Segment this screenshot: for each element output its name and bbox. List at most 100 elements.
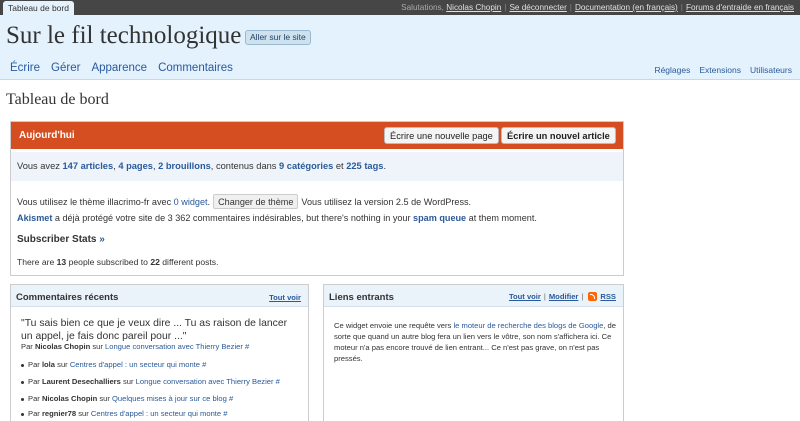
rss-link[interactable]: RSS [600,292,616,301]
subscriber-text: different posts. [159,257,219,267]
links-text-part: Ce widget envoie une requête vers [334,321,454,330]
articles-link[interactable]: 147 articles [62,161,113,171]
logout-link[interactable]: Se déconnecter [509,3,566,12]
comment-meta-text: Par [21,342,35,351]
comment-item-text: Par [28,394,42,403]
visit-site-button[interactable]: Aller sur le site [245,30,311,45]
widgets-link[interactable]: 0 widget [174,197,208,207]
widget-title: Liens entrants [329,292,394,303]
menu-item-users[interactable]: Utilisateurs [750,65,792,75]
menu-item-settings[interactable]: Réglages [654,65,690,75]
incoming-links-text: Ce widget envoie une requête vers le mot… [334,320,619,364]
links-modify-link[interactable]: Modifier [549,292,579,301]
bullet-icon [21,380,24,384]
comment-permalink[interactable]: # [245,342,249,351]
comment-post-link[interactable]: Centres d'appel : un secteur qui monte [70,360,200,369]
comment-item-text: sur [55,360,70,369]
comment-author: regnier78 [41,409,77,418]
stats-text: , contenus dans [210,161,280,171]
write-new-post-button[interactable]: Écrire un nouvel article [501,127,616,144]
write-new-page-button[interactable]: Écrire une nouvelle page [384,127,499,144]
incoming-links-widget: Liens entrants Tout voir | Modifier | RS… [323,284,624,421]
bullet-icon [21,397,24,401]
google-blog-search-link[interactable]: le moteur de recherche des blogs de Goog… [453,321,603,330]
forums-link[interactable]: Forums d'entraide en français [686,3,794,12]
today-title: Aujourd'hui [19,130,75,141]
separator: | [680,3,683,12]
subscribed-posts-count: 22 [150,257,160,267]
separator: | [569,3,572,12]
site-title: Sur le fil technologique [6,22,242,49]
dashboard-tab[interactable]: Tableau de bord [3,1,74,15]
comment-post-link[interactable]: Centres d'appel : un secteur qui monte [91,409,221,418]
subscriber-text: people subscribed to [66,257,151,267]
drafts-link[interactable]: 2 brouillons [158,161,211,171]
spam-queue-link[interactable]: spam queue [413,213,466,223]
list-item: Par Laurent Desechalliers sur Longue con… [21,377,280,386]
menu-item-write[interactable]: Écrire [10,62,40,74]
documentation-link[interactable]: Documentation (en français) [575,3,678,12]
separator: | [581,292,584,301]
separator: | [543,292,546,301]
theme-text: . [207,197,211,207]
admin-top-bar: Tableau de bord Salutations, Nicolas Cho… [0,0,800,15]
comment-permalink[interactable]: # [229,394,233,403]
subscriber-stats-text: There are 13 people subscribed to 22 dif… [17,257,218,267]
theme-info: Vous utilisez le thème illacrimo-fr avec… [17,194,471,209]
stats-text: Vous avez [17,161,63,171]
theme-text: Vous utilisez le thème illacrimo-fr avec [17,197,174,207]
akismet-link[interactable]: Akismet [17,213,52,223]
user-profile-link[interactable]: Nicolas Chopin [446,3,501,12]
categories-link[interactable]: 9 catégories [279,161,333,171]
comment-item-text: sur [120,377,136,386]
subscriber-text: There are [17,257,57,267]
bullet-icon [21,412,24,416]
comment-item-text: Par [28,409,42,418]
content-stats: Vous avez 147 articles, 4 pages, 2 broui… [11,152,623,181]
menu-item-comments[interactable]: Commentaires [158,62,233,74]
subscriber-title-text: Subscriber Stats [17,234,97,245]
comment-permalink[interactable]: # [223,409,227,418]
today-panel: Aujourd'hui Écrire une nouvelle page Écr… [10,121,624,276]
separator: | [504,3,507,12]
today-header: Aujourd'hui Écrire une nouvelle page Écr… [11,122,623,149]
list-item: Par lola sur Centres d'appel : un secteu… [21,360,206,369]
stats-text: . [383,161,387,171]
comment-post-link[interactable]: Quelques mises à jour sur ce blog [112,394,227,403]
comment-item-text: Par [28,360,42,369]
site-header: Sur le fil technologique Aller sur le si… [0,15,800,80]
menu-item-plugins[interactable]: Extensions [699,65,741,75]
comment-author: Laurent Desechalliers [41,377,121,386]
menu-item-manage[interactable]: Gérer [51,62,80,74]
version-text: Vous utilisez la version 2.5 de WordPres… [301,197,472,207]
page-title: Tableau de bord [6,91,109,108]
subscriber-stats-title: Subscriber Stats » [17,234,105,245]
akismet-text: at them moment. [466,213,537,223]
list-item: Par Nicolas Chopin sur Quelques mises à … [21,394,233,403]
comment-excerpt: "Tu sais bien ce que je veux dire ... Tu… [21,318,288,342]
comments-view-all-link[interactable]: Tout voir [269,293,301,302]
comment-post-link[interactable]: Longue conversation avec Thierry Bezier [136,377,274,386]
widget-header: Liens entrants Tout voir | Modifier | RS… [324,285,623,307]
comment-meta-text: sur [90,342,105,351]
comment-author: Nicolas Chopin [34,342,91,351]
menu-item-appearance[interactable]: Apparence [91,62,147,74]
main-menu: Écrire Gérer Apparence Commentaires [10,62,233,74]
secondary-menu: Réglages Extensions Utilisateurs [654,65,792,75]
subscriber-count: 13 [56,257,67,267]
bullet-icon [21,363,24,367]
comment-permalink[interactable]: # [202,360,206,369]
tags-link[interactable]: 225 tags [346,161,383,171]
links-view-all-link[interactable]: Tout voir [509,292,541,301]
akismet-text: a déjà protégé votre site de 3 362 comme… [52,213,414,223]
subscriber-stats-link[interactable]: » [99,234,105,245]
comment-post-link[interactable]: Longue conversation avec Thierry Bezier [105,342,243,351]
greeting-text: Salutations, [401,3,444,12]
widget-header: Commentaires récents Tout voir [11,285,308,307]
akismet-info: Akismet a déjà protégé votre site de 3 3… [17,213,537,223]
change-theme-button[interactable]: Changer de thème [213,194,299,209]
comment-permalink[interactable]: # [276,377,280,386]
pages-link[interactable]: 4 pages [118,161,153,171]
stats-text: et [333,161,347,171]
rss-icon[interactable] [588,292,598,301]
